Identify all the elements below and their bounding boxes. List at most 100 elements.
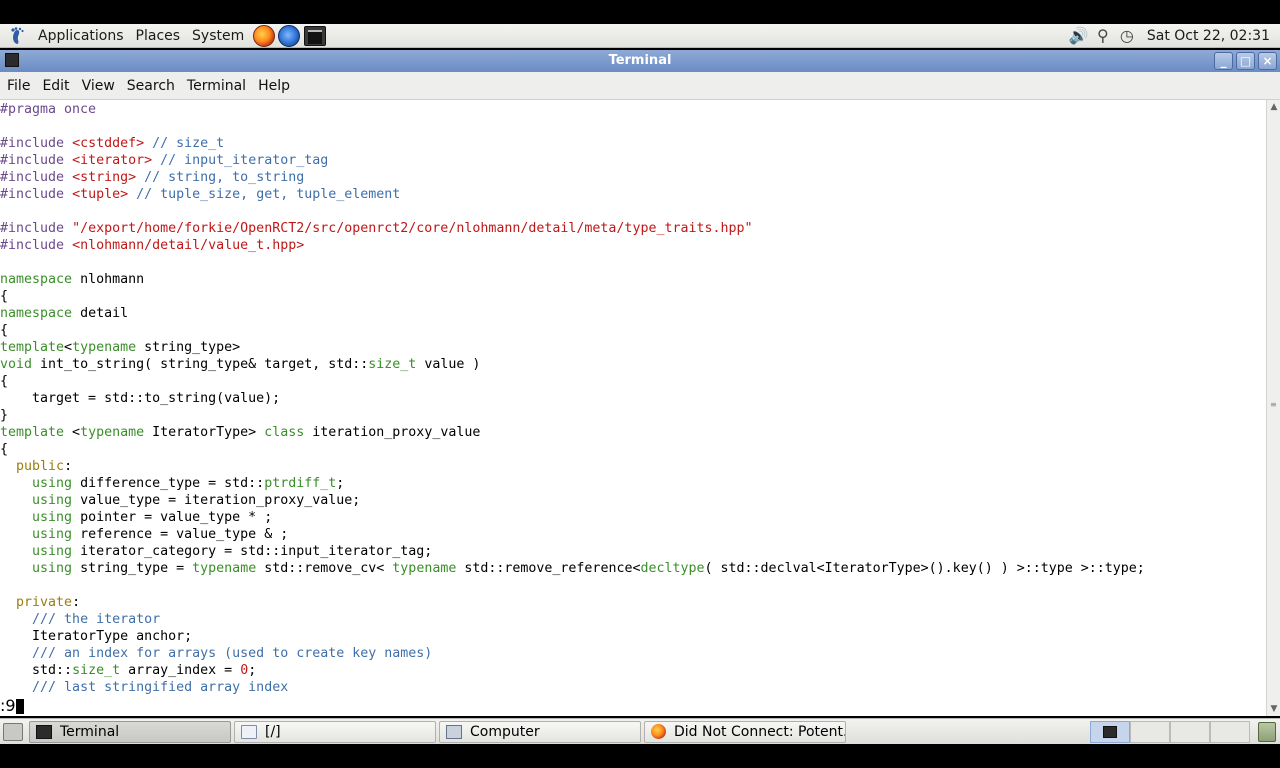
task-label: [/] [265, 723, 281, 740]
menu-terminal[interactable]: Terminal [181, 72, 252, 100]
places-menu[interactable]: Places [130, 24, 187, 48]
code-token: std:: [0, 663, 73, 678]
code-token: <cstddef> [72, 136, 145, 151]
task-terminal[interactable]: Terminal [29, 720, 231, 743]
code-line: /// the iterator [0, 611, 1266, 628]
code-token: // size_t [144, 136, 225, 151]
trash-icon[interactable] [1258, 721, 1276, 742]
code-token: namespace [0, 272, 73, 287]
code-token: using [32, 510, 73, 525]
code-token: typename [72, 340, 137, 355]
task-file-browser[interactable]: [/] [234, 720, 436, 743]
maximize-button[interactable]: □ [1236, 52, 1255, 70]
code-line: template<typename string_type> [0, 339, 1266, 356]
code-token: #include [0, 136, 73, 151]
code-line: /// last stringified array index [0, 679, 1266, 696]
code-token: using [32, 527, 73, 542]
workspace-4[interactable] [1210, 720, 1250, 743]
code-token: template [0, 425, 65, 440]
scroll-grip-icon[interactable]: ≡ [1270, 400, 1278, 412]
code-token: difference_type = std:: [72, 476, 265, 491]
code-line: { [0, 288, 1266, 305]
show-desktop-icon[interactable] [3, 722, 23, 741]
code-token: { [0, 289, 9, 304]
system-menu[interactable]: System [186, 24, 250, 48]
code-token: IteratorType anchor; [0, 629, 193, 644]
code-token: <tuple> [72, 187, 129, 202]
clock-applet-icon[interactable]: ◷ [1117, 26, 1137, 46]
code-token: detail [72, 306, 129, 321]
terminal-view[interactable]: #pragma once #include <cstddef> // size_t… [0, 100, 1266, 716]
code-line: using string_type = typename std::remove… [0, 560, 1266, 577]
task-computer[interactable]: Computer [439, 720, 641, 743]
network-icon[interactable]: ⚲ [1093, 26, 1113, 46]
gnome-foot-icon[interactable] [8, 26, 26, 45]
code-token: private [16, 595, 73, 610]
applications-menu[interactable]: Applications [32, 24, 130, 48]
firefox-launcher-icon[interactable] [253, 24, 276, 47]
workspace-1[interactable] [1090, 720, 1130, 743]
window-title-bar[interactable]: Terminal _ □ × [0, 50, 1280, 72]
code-token: <string> [72, 170, 137, 185]
menu-help[interactable]: Help [252, 72, 296, 100]
code-token: typename [392, 561, 457, 576]
code-token: typename [192, 561, 257, 576]
menu-file[interactable]: File [1, 72, 36, 100]
code-line: using value_type = iteration_proxy_value… [0, 492, 1266, 509]
terminal-launcher-icon[interactable] [304, 25, 327, 46]
scroll-down-arrow-icon[interactable]: ▼ [1267, 702, 1280, 716]
code-line: using pointer = value_type * ; [0, 509, 1266, 526]
minimize-button[interactable]: _ [1214, 52, 1233, 70]
code-token: /// the iterator [32, 612, 161, 627]
scroll-up-arrow-icon[interactable]: ▲ [1267, 100, 1280, 114]
code-token: array_index = [120, 663, 241, 678]
workspace-2[interactable] [1130, 720, 1170, 743]
code-token: std::remove_cv< [256, 561, 393, 576]
code-token: int_to_string( string_type& target, std:… [32, 357, 369, 372]
firefox-icon [651, 724, 666, 739]
task-label: Did Not Connect: Potent... [674, 723, 846, 740]
code-token: #include [0, 170, 73, 185]
code-token: { [0, 323, 9, 338]
code-line: #include <nlohmann/detail/value_t.hpp> [0, 237, 1266, 254]
code-token: pointer = value_type * ; [72, 510, 273, 525]
code-token: <iterator> [72, 153, 153, 168]
workspace-3[interactable] [1170, 720, 1210, 743]
code-token: < [64, 340, 73, 355]
code-token: public [16, 459, 65, 474]
bottom-panel: Terminal [/] Computer Did Not Connect: P… [0, 718, 1280, 744]
code-line: using reference = value_type & ; [0, 526, 1266, 543]
code-token: ; [336, 476, 345, 491]
computer-icon [446, 724, 462, 739]
code-line: #pragma once [0, 101, 1266, 118]
code-token: reference = value_type & ; [72, 527, 289, 542]
close-button[interactable]: × [1258, 52, 1277, 70]
code-token: value ) [416, 357, 481, 372]
clock[interactable]: Sat Oct 22, 02:31 [1141, 28, 1280, 44]
code-line: } [0, 407, 1266, 424]
volume-icon[interactable]: 🔊 [1069, 26, 1089, 46]
code-text: #pragma once #include <cstddef> // size_t… [0, 100, 1266, 696]
menubar: File Edit View Search Terminal Help [0, 72, 1280, 100]
menu-search[interactable]: Search [121, 72, 181, 100]
thunderbird-launcher-icon[interactable] [278, 24, 301, 47]
code-token: template [0, 340, 65, 355]
code-line: IteratorType anchor; [0, 628, 1266, 645]
menu-edit[interactable]: Edit [36, 72, 75, 100]
code-line: std::size_t array_index = 0; [0, 662, 1266, 679]
code-line: #include "/export/home/forkie/OpenRCT2/s… [0, 220, 1266, 237]
task-firefox[interactable]: Did Not Connect: Potent... [644, 720, 846, 743]
command-line[interactable]: :9 [0, 696, 1266, 715]
terminal-scrollbar[interactable]: ▲ ≡ ▼ [1266, 100, 1280, 716]
terminal-window-icon[interactable] [5, 53, 19, 67]
menu-view[interactable]: View [76, 72, 121, 100]
code-token: "/export/home/forkie/OpenRCT2/src/openrc… [72, 221, 753, 236]
code-line: using difference_type = std::ptrdiff_t; [0, 475, 1266, 492]
